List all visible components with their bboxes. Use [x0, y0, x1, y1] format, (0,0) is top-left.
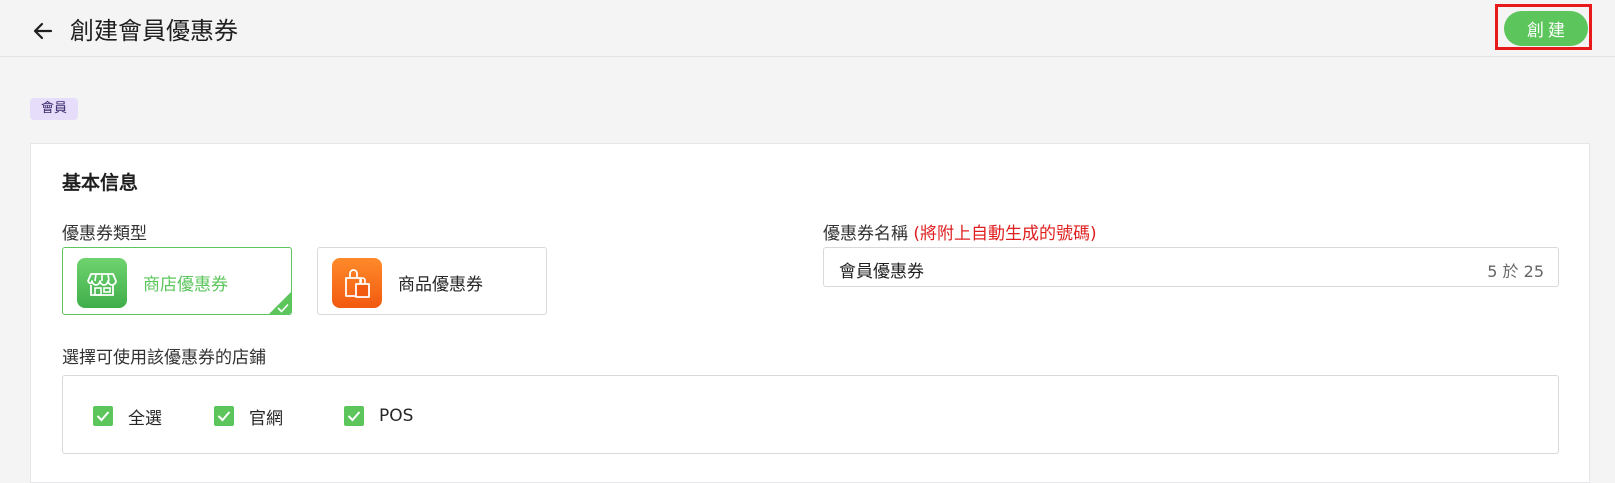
basic-info-card: 基本信息 優惠券類型 商店優惠券 商品優惠券 優惠券名稱 (將附上自動生成的號碼… [30, 143, 1590, 483]
stores-checkbox-group: 全選 官網 POS [62, 375, 1559, 454]
member-tag: 會員 [30, 98, 79, 120]
storefront-icon [77, 258, 127, 308]
coupon-name-label-text: 優惠券名稱 [823, 224, 908, 244]
section-title: 基本信息 [62, 172, 139, 194]
top-bar: 創建會員優惠券 創建 [0, 0, 1615, 57]
page-title: 創建會員優惠券 [70, 17, 238, 45]
arrow-left-icon [33, 22, 53, 40]
coupon-name-input[interactable]: 會員優惠券 5 於 25 [823, 247, 1559, 287]
checkbox-select-all[interactable]: 全選 [93, 405, 162, 429]
character-counter: 5 於 25 [1487, 262, 1544, 281]
coupon-name-label: 優惠券名稱 (將附上自動生成的號碼) [823, 219, 1097, 244]
checkbox-pos[interactable]: POS [344, 405, 413, 427]
checkbox-checked-icon [344, 406, 364, 426]
coupon-name-value: 會員優惠券 [839, 262, 924, 282]
check-icon [277, 303, 289, 313]
coupon-type-label: 優惠券類型 [62, 224, 147, 244]
create-button-highlight: 創建 [1495, 4, 1592, 50]
checkbox-website[interactable]: 官網 [214, 405, 283, 429]
coupon-type-product-label: 商品優惠券 [398, 275, 483, 295]
shopping-bag-icon [332, 258, 382, 308]
coupon-name-note: (將附上自動生成的號碼) [913, 224, 1097, 244]
coupon-type-product-option[interactable]: 商品優惠券 [317, 247, 547, 315]
checkbox-checked-icon [93, 406, 113, 426]
checkbox-checked-icon [214, 406, 234, 426]
coupon-type-store-label: 商店優惠券 [143, 275, 228, 295]
checkbox-label: 全選 [128, 408, 162, 429]
checkbox-label: POS [379, 406, 414, 426]
checkbox-label: 官網 [249, 408, 283, 429]
stores-label: 選擇可使用該優惠券的店鋪 [62, 348, 266, 368]
back-button[interactable] [29, 17, 57, 45]
create-button[interactable]: 創建 [1504, 11, 1588, 46]
coupon-type-store-option[interactable]: 商店優惠券 [62, 247, 292, 315]
